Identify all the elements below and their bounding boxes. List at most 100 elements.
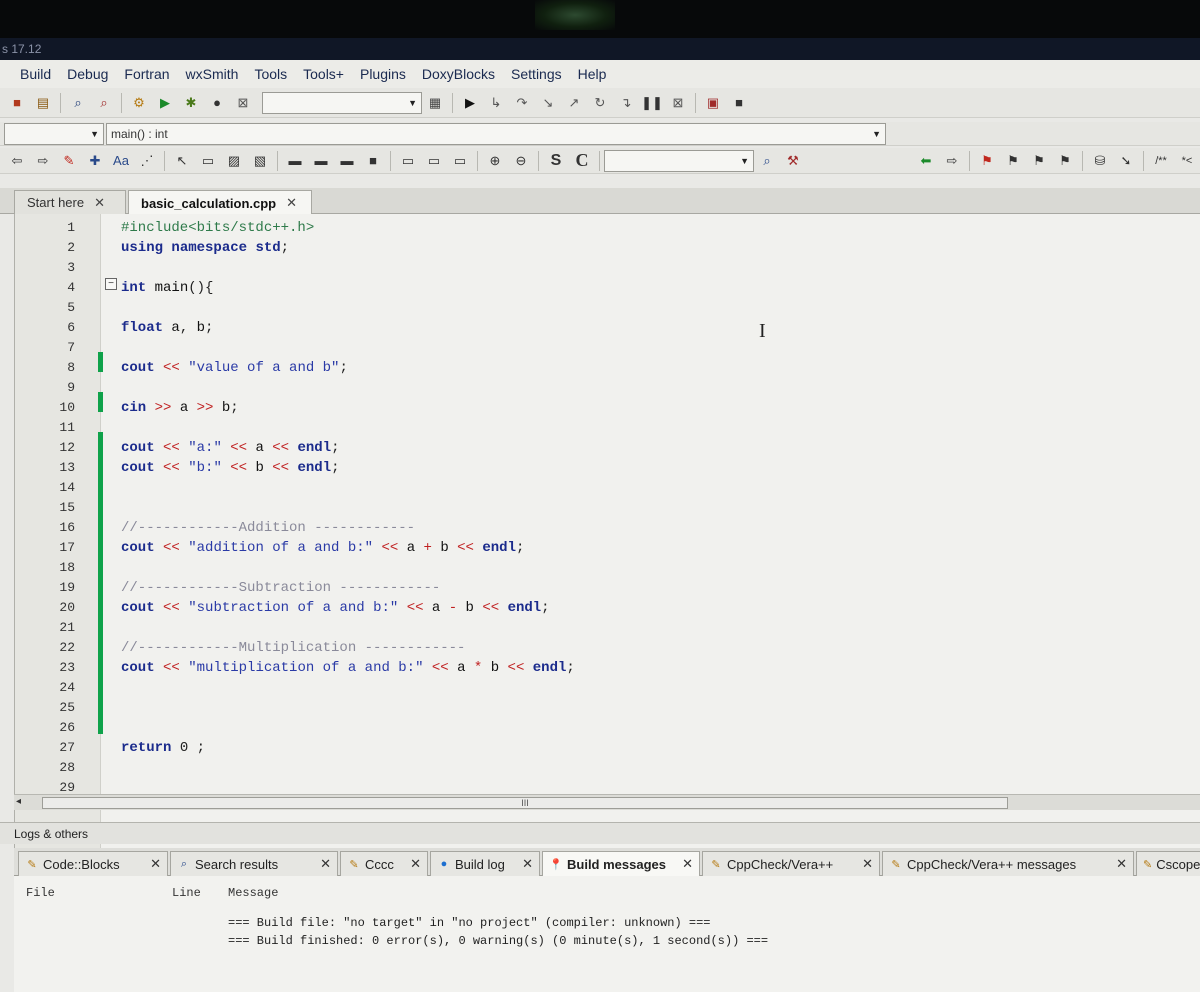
menu-wxsmith[interactable]: wxSmith <box>178 66 247 82</box>
code-line[interactable]: cin >> a >> b; <box>121 398 1200 418</box>
doxy-extract-icon[interactable]: ➘ <box>1116 152 1136 170</box>
code-line[interactable]: #include<bits/stdc++.h> <box>121 218 1200 238</box>
code-line[interactable] <box>121 418 1200 438</box>
tab-basic-calculation[interactable]: basic_calculation.cpp ✕ <box>128 190 312 215</box>
code-line[interactable]: cout << "a:" << a << endl; <box>121 438 1200 458</box>
tab-cscope[interactable]: ✎ Cscope <box>1136 851 1200 876</box>
menu-fortran[interactable]: Fortran <box>116 66 177 82</box>
horizontal-scrollbar[interactable]: ◂ III <box>14 794 1200 810</box>
next-instruction-icon[interactable]: ↻ <box>590 94 610 112</box>
close-icon[interactable]: ✕ <box>862 856 873 872</box>
menu-doxyblocks[interactable]: DoxyBlocks <box>414 66 503 82</box>
tab-build-messages[interactable]: 📍 Build messages ✕ <box>542 851 700 876</box>
code-line[interactable] <box>121 498 1200 518</box>
box-a-icon[interactable]: ▭ <box>398 152 418 170</box>
step-instruction-icon[interactable]: ↴ <box>616 94 636 112</box>
block-comment-icon[interactable]: /** <box>1151 152 1171 170</box>
abort-icon[interactable]: ⊠ <box>233 94 253 112</box>
bookmark-toggle-icon[interactable]: ⚑ <box>977 152 997 170</box>
box-c-icon[interactable]: ▭ <box>450 152 470 170</box>
debug-info-icon[interactable]: ■ <box>729 94 749 112</box>
code-line[interactable]: //------------Subtraction ------------ <box>121 578 1200 598</box>
bookmark-clear-icon[interactable]: ⚑ <box>1055 152 1075 170</box>
select-icon[interactable]: ⋰ <box>137 152 157 170</box>
menu-tools[interactable]: Tools <box>246 66 295 82</box>
close-file-icon[interactable]: ▤ <box>33 94 53 112</box>
code-line[interactable] <box>121 698 1200 718</box>
spell-icon[interactable]: Aa <box>111 152 131 170</box>
scope-select[interactable]: ▼ <box>4 122 104 145</box>
step-out-icon[interactable]: ↗ <box>564 94 584 112</box>
code-line[interactable] <box>121 558 1200 578</box>
menu-settings[interactable]: Settings <box>503 66 570 82</box>
forward-arrow-icon[interactable]: ⇨ <box>33 152 53 170</box>
close-icon[interactable]: ✕ <box>94 195 105 211</box>
save-all-icon[interactable]: ■ <box>7 94 27 112</box>
close-icon[interactable]: ✕ <box>1116 856 1127 872</box>
code-line[interactable]: //------------Addition ------------ <box>121 518 1200 538</box>
search-icon[interactable]: ⌕ <box>757 152 777 170</box>
panel-a-icon[interactable]: ▬ <box>285 152 305 170</box>
c-icon[interactable]: C <box>572 150 592 170</box>
code-line[interactable] <box>121 338 1200 358</box>
code-line[interactable] <box>121 258 1200 278</box>
menu-build[interactable]: Build <box>12 66 59 82</box>
back-arrow-icon[interactable]: ⇦ <box>7 152 27 170</box>
search-combo[interactable]: ▼ <box>604 149 754 172</box>
tab-start-here[interactable]: Start here ✕ <box>14 190 126 214</box>
close-icon[interactable]: ✕ <box>286 195 297 211</box>
next-line-icon[interactable]: ↷ <box>512 94 532 112</box>
zoom-out-icon[interactable]: ⊖ <box>511 152 531 170</box>
code-line[interactable]: cout << "addition of a and b:" << a + b … <box>121 538 1200 558</box>
code-editor[interactable]: − 1 #include<bits/stdc++.h> 2 using namespa… <box>14 214 1200 850</box>
build-target-select[interactable]: ▼ <box>262 91 422 114</box>
run-icon[interactable]: ▶ <box>155 94 175 112</box>
s-icon[interactable]: S <box>546 152 566 170</box>
debug-windows-icon[interactable]: ▣ <box>703 94 723 112</box>
debug-start-icon[interactable]: ▶ <box>460 94 480 112</box>
code-line[interactable] <box>121 478 1200 498</box>
tab-cppcheck-vera-messages[interactable]: ✎ CppCheck/Vera++ messages ✕ <box>882 851 1134 876</box>
rebuild-icon[interactable]: ● <box>207 94 227 112</box>
symbol-select[interactable]: main() : int ▼ <box>106 122 886 145</box>
close-icon[interactable]: ✕ <box>410 856 421 872</box>
dialog-icon[interactable]: ▧ <box>250 152 270 170</box>
step-into-icon[interactable]: ↘ <box>538 94 558 112</box>
code-line[interactable] <box>121 718 1200 738</box>
frame-icon[interactable]: ▭ <box>198 152 218 170</box>
target-options-icon[interactable]: ▦ <box>425 94 445 112</box>
build-gear-icon[interactable]: ⚙ <box>129 94 149 112</box>
line-comment-icon[interactable]: *< <box>1177 152 1197 170</box>
code-line[interactable]: cout << "b:" << b << endl; <box>121 458 1200 478</box>
panel-c-icon[interactable]: ▬ <box>337 152 357 170</box>
code-line[interactable] <box>121 758 1200 778</box>
code-line[interactable] <box>121 298 1200 318</box>
code-line[interactable]: int main(){ <box>121 278 1200 298</box>
image-icon[interactable]: ▨ <box>224 152 244 170</box>
jump-back-icon[interactable]: ⬅ <box>916 152 936 170</box>
menu-tools-plus[interactable]: Tools+ <box>295 66 352 82</box>
menu-plugins[interactable]: Plugins <box>352 66 414 82</box>
replace-icon[interactable]: ⌕ <box>94 94 114 112</box>
stop-debug-icon[interactable]: ⊠ <box>668 94 688 112</box>
menu-help[interactable]: Help <box>570 66 615 82</box>
code-line[interactable] <box>121 618 1200 638</box>
box-b-icon[interactable]: ▭ <box>424 152 444 170</box>
scrollbar-thumb[interactable]: III <box>42 797 1008 809</box>
zoom-in-icon[interactable]: ⊕ <box>485 152 505 170</box>
pointer-icon[interactable]: ↖ <box>172 152 192 170</box>
tab-search-results[interactable]: ⌕ Search results ✕ <box>170 851 338 876</box>
insert-icon[interactable]: ✚ <box>85 152 105 170</box>
tab-codeblocks-log[interactable]: ✎ Code::Blocks ✕ <box>18 851 168 876</box>
code-line[interactable] <box>121 378 1200 398</box>
search-options-icon[interactable]: ⚒ <box>783 152 803 170</box>
close-icon[interactable]: ✕ <box>682 856 693 872</box>
menu-debug[interactable]: Debug <box>59 66 116 82</box>
code-line[interactable]: cout << "multiplication of a and b:" << … <box>121 658 1200 678</box>
bookmark-next-icon[interactable]: ⚑ <box>1029 152 1049 170</box>
doxy-config-icon[interactable]: ⛁ <box>1090 152 1110 170</box>
panel-b-icon[interactable]: ▬ <box>311 152 331 170</box>
highlight-icon[interactable]: ✎ <box>59 152 79 170</box>
build-and-run-icon[interactable]: ✱ <box>181 94 201 112</box>
find-icon[interactable]: ⌕ <box>68 94 88 112</box>
